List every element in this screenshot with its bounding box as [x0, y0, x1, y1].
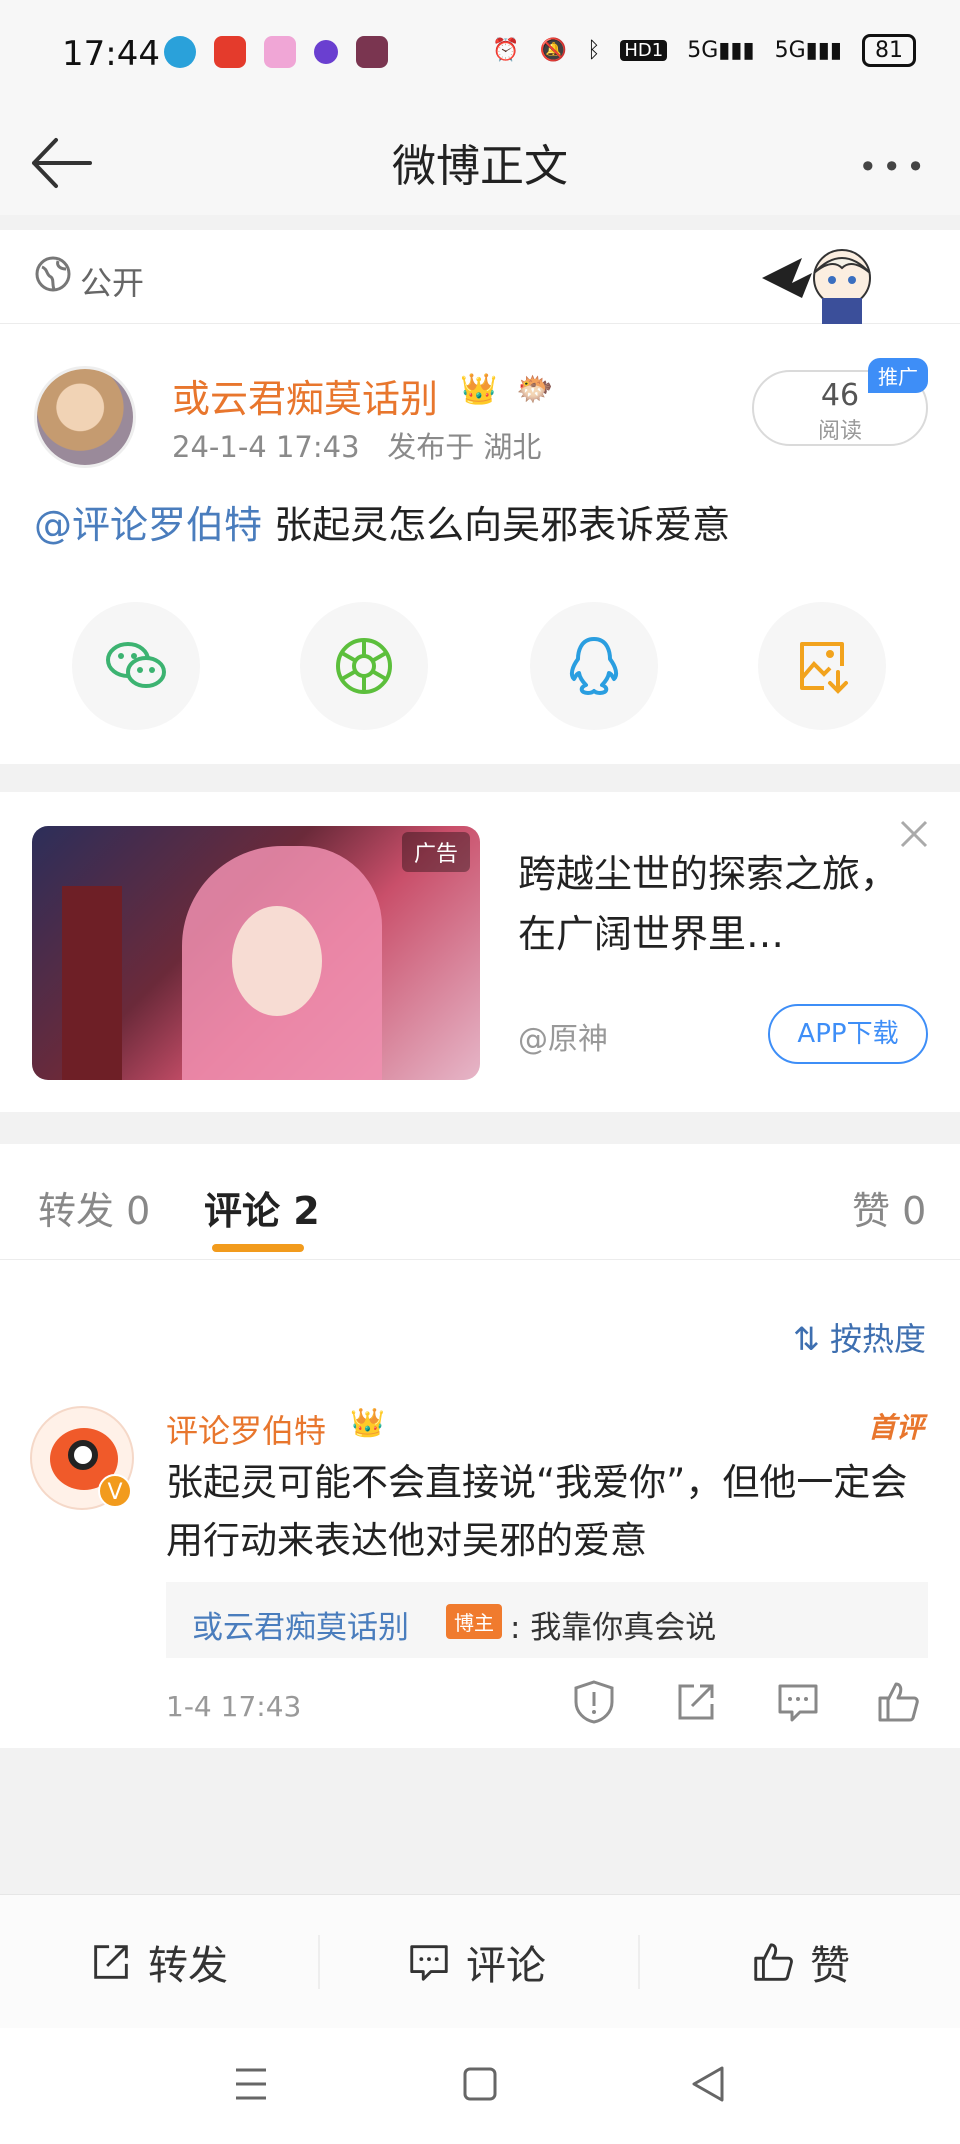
- post-time: 24-1-4 17:43: [172, 430, 360, 464]
- ad-card[interactable]: 广告 跨越尘世的探索之旅，在广阔世界里… @原神 APP下载: [0, 792, 960, 1112]
- reply-username[interactable]: 或云君痴莫话别: [192, 1602, 409, 1647]
- comment-label: 评论: [466, 1943, 546, 1989]
- 5g-signal-icon: 5G▮▮▮: [687, 38, 755, 63]
- like-icon[interactable]: [874, 1678, 922, 1726]
- divider: [318, 1935, 320, 1989]
- share-icon[interactable]: [672, 1678, 720, 1726]
- tab-comment[interactable]: 评论 2: [204, 1180, 320, 1235]
- app-download-button[interactable]: APP下载: [768, 1004, 928, 1064]
- system-status: ⏰ 🔕 ᛒ HD1 5G▮▮▮ 5G▮▮▮ 81: [492, 34, 916, 67]
- commenter-username[interactable]: 评论罗伯特: [166, 1406, 326, 1452]
- divider: [638, 1935, 640, 1989]
- sort-label: 按热度: [829, 1320, 926, 1358]
- bottom-action-bar: 转发 评论 赞: [0, 1894, 960, 2028]
- camera-app-icon: [264, 36, 296, 68]
- bluetooth-icon: ᛒ: [587, 38, 601, 63]
- crown-badge-icon: 👑: [350, 1406, 385, 1439]
- ad-text[interactable]: 跨越尘世的探索之旅，在广阔世界里…: [518, 844, 898, 964]
- like-button[interactable]: 赞: [750, 1933, 850, 1991]
- tab-like[interactable]: 赞 0: [852, 1180, 926, 1235]
- post-location: 发布于 湖北: [387, 430, 542, 464]
- repost-icon: [88, 1939, 134, 1985]
- verified-badge-icon: V: [98, 1474, 132, 1508]
- repost-label: 转发: [148, 1943, 228, 1989]
- globe-icon: [34, 255, 72, 293]
- comment-icon: [406, 1939, 452, 1985]
- 5g-signal-icon: 5G▮▮▮: [774, 38, 842, 63]
- close-icon[interactable]: [896, 816, 932, 852]
- comment-text[interactable]: 张起灵可能不会直接说“我爱你”，但他一定会用行动来表达他对吴邪的爱意: [166, 1454, 936, 1570]
- wechat-share-button[interactable]: [72, 602, 200, 730]
- like-icon: [750, 1939, 796, 1985]
- author-avatar[interactable]: [34, 366, 136, 468]
- mute-icon: 🔕: [539, 38, 568, 63]
- post-mention-link[interactable]: @评论罗伯特: [34, 503, 262, 547]
- comments-section: ⇅ 按热度 V 评论罗伯特 👑 首评 张起灵可能不会直接说“我爱你”，但他一定会…: [0, 1260, 960, 1748]
- read-label: 阅读: [817, 419, 862, 444]
- app-icon: [314, 40, 338, 64]
- top-nav-bar: 微博正文 •••: [0, 110, 960, 215]
- tabs-bar: 转发 0 评论 2 赞 0: [0, 1144, 960, 1260]
- qq-icon: [566, 635, 622, 697]
- back-triangle-icon[interactable]: [690, 2064, 726, 2104]
- crown-badge-icon: 👑: [460, 372, 498, 407]
- reply-text: : 我靠你真会说: [510, 1610, 717, 1646]
- post-text: 张起灵怎么向吴邪表诉爱意: [262, 503, 731, 547]
- post-content: @评论罗伯特 张起灵怎么向吴邪表诉爱意: [34, 494, 730, 549]
- battery-indicator: 81: [862, 34, 916, 67]
- ad-image-face: [232, 906, 322, 1016]
- ad-source: @原神: [518, 1022, 608, 1057]
- report-icon[interactable]: [570, 1678, 618, 1726]
- post-meta: 24-1-4 17:43 发布于 湖北: [172, 424, 541, 466]
- save-image-icon: [794, 638, 850, 694]
- espn-app-icon: [214, 36, 246, 68]
- comment-icon[interactable]: [774, 1678, 822, 1726]
- ad-tag: 广告: [401, 832, 470, 872]
- commenter-avatar[interactable]: V: [30, 1406, 134, 1510]
- ad-image[interactable]: 广告: [32, 826, 480, 1080]
- comment-time: 1-4 17:43: [166, 1690, 302, 1723]
- moments-icon: [334, 636, 394, 696]
- home-icon[interactable]: [462, 2066, 498, 2102]
- mascot-sticker: [752, 238, 902, 328]
- status-time: 17:44: [62, 34, 160, 74]
- like-label: 赞: [810, 1943, 850, 1989]
- author-badge: 博主: [446, 1604, 502, 1639]
- system-nav-bar: [0, 2028, 960, 2144]
- game-app-icon: [356, 36, 388, 68]
- status-bar: 17:44 ⏰ 🔕 ᛒ HD1 5G▮▮▮ 5G▮▮▮ 81: [0, 0, 960, 110]
- tab-repost[interactable]: 转发 0: [38, 1180, 150, 1235]
- avatar-mascot-eye: [68, 1440, 98, 1470]
- reply-preview[interactable]: 或云君痴莫话别 博主 : 我靠你真会说: [166, 1582, 928, 1658]
- post-card: 或云君痴莫话别 👑 🐡 24-1-4 17:43 发布于 湖北 46 阅读 推广…: [0, 324, 960, 764]
- notification-icons: [164, 36, 388, 68]
- sort-by-hot-button[interactable]: ⇅ 按热度: [793, 1314, 926, 1360]
- more-options-icon[interactable]: •••: [858, 148, 930, 186]
- active-tab-indicator: [212, 1244, 304, 1252]
- wechat-icon: [104, 638, 168, 694]
- hd-icon: HD1: [620, 40, 668, 61]
- menu-icon[interactable]: [234, 2066, 268, 2102]
- telegram-icon: [164, 36, 196, 68]
- moments-share-button[interactable]: [300, 602, 428, 730]
- page-title: 微博正文: [392, 141, 568, 192]
- author-username[interactable]: 或云君痴莫话别: [172, 368, 438, 423]
- promo-badge: 推广: [868, 358, 928, 393]
- visibility-label: 公开: [80, 264, 145, 302]
- qq-share-button[interactable]: [530, 602, 658, 730]
- empty-area: [0, 1748, 960, 1894]
- comment-button[interactable]: 评论: [406, 1933, 546, 1991]
- alarm-icon: ⏰: [492, 38, 520, 63]
- save-image-share-button[interactable]: [758, 602, 886, 730]
- repost-button[interactable]: 转发: [88, 1933, 228, 1991]
- share-row: [0, 602, 960, 732]
- ad-image-pillar: [62, 886, 122, 1080]
- sort-icon: ⇅: [793, 1320, 820, 1358]
- fish-badge-icon: 🐡: [516, 372, 554, 407]
- first-comment-badge: 首评: [867, 1411, 924, 1444]
